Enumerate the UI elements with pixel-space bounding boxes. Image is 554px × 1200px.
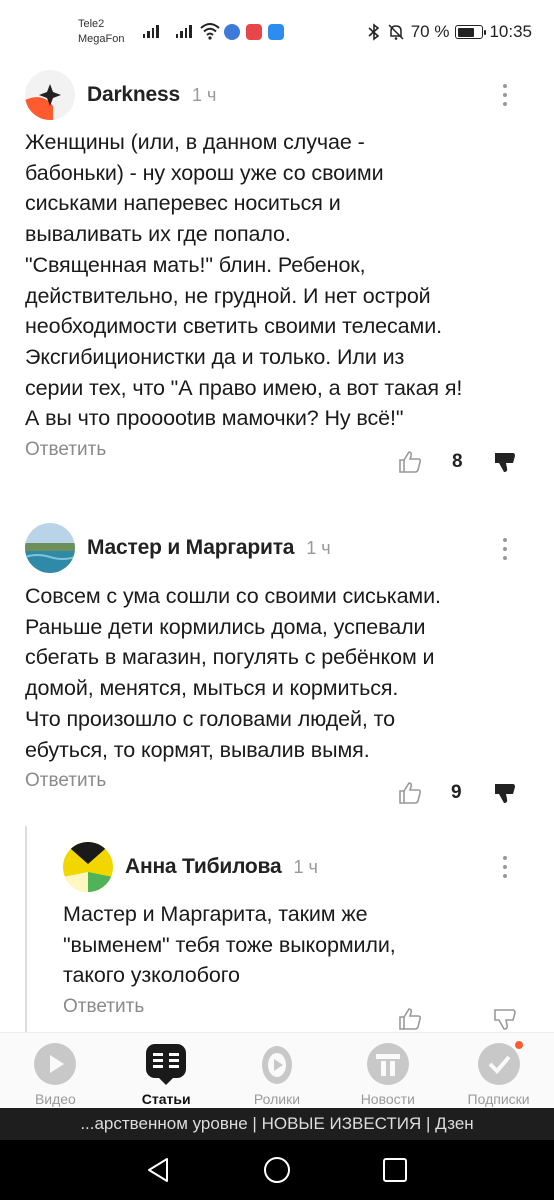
avatar[interactable] xyxy=(63,842,113,892)
carrier-1: Tele2 xyxy=(78,18,105,30)
like-icon[interactable] xyxy=(397,1006,423,1032)
avatar[interactable] xyxy=(25,70,75,120)
clock: 10:35 xyxy=(489,22,532,41)
nav-item-articles[interactable]: Статьи xyxy=(111,1033,222,1108)
thread-line xyxy=(25,826,27,1036)
search-app-icon xyxy=(268,24,284,40)
nav-label: Новости xyxy=(360,1091,415,1107)
app-notification-icon xyxy=(224,24,240,40)
like-icon[interactable] xyxy=(397,780,423,806)
page-title: ...арственном уровне | НОВЫЕ ИЗВЕСТИЯ | … xyxy=(80,1114,474,1133)
more-options-icon[interactable] xyxy=(502,538,508,560)
like-count: 9 xyxy=(451,782,462,803)
comment-time: 1 ч xyxy=(293,856,318,877)
nav-label: Подписки xyxy=(467,1091,530,1107)
mute-bell-icon xyxy=(388,24,404,40)
back-icon[interactable] xyxy=(145,1156,171,1184)
status-right: 70 % 10:35 xyxy=(367,22,532,42)
comment-text: Женщины (или, в данном случае - бабоньки… xyxy=(25,130,463,431)
app-notification-icon-2 xyxy=(246,24,262,40)
system-nav-bar xyxy=(0,1140,554,1200)
carrier-label: Tele2 MegaFon xyxy=(78,17,124,47)
like-icon[interactable] xyxy=(397,449,423,475)
signal-icon-2 xyxy=(176,24,192,38)
bottom-nav: Видео Статьи Ролики Новости Подписки xyxy=(0,1032,554,1108)
home-icon[interactable] xyxy=(263,1156,291,1184)
reply-button[interactable]: Ответить xyxy=(63,996,144,1018)
comment-header: Darkness 1 ч xyxy=(25,70,216,120)
video-icon xyxy=(34,1043,77,1085)
subscriptions-icon xyxy=(476,1039,525,1087)
nav-item-video[interactable]: Видео xyxy=(0,1033,111,1108)
dislike-icon[interactable] xyxy=(493,781,517,807)
news-icon xyxy=(366,1043,409,1085)
nav-label: Статьи xyxy=(141,1091,191,1107)
comment-time: 1 ч xyxy=(191,84,217,105)
nav-label: Ролики xyxy=(253,1091,301,1107)
signal-icon xyxy=(143,24,159,38)
author-name[interactable]: Darkness xyxy=(87,83,180,107)
reply-button[interactable]: Ответить xyxy=(25,770,106,792)
avatar[interactable] xyxy=(25,523,75,573)
battery-fill xyxy=(457,27,475,37)
recents-icon[interactable] xyxy=(382,1156,408,1184)
comment-header: Мастер и Маргарита 1 ч xyxy=(25,523,331,573)
more-options-icon[interactable] xyxy=(502,84,508,106)
comment-text: Совсем с ума сошли со своими сиськами. Р… xyxy=(25,584,441,762)
battery-icon xyxy=(455,25,487,39)
comment-header: Анна Тибилова 1 ч xyxy=(63,842,318,892)
articles-icon xyxy=(146,1044,187,1085)
bluetooth-icon xyxy=(368,23,379,41)
nav-item-clips[interactable]: Ролики xyxy=(222,1033,333,1108)
app-title-bar: ...арственном уровне | НОВЫЕ ИЗВЕСТИЯ | … xyxy=(0,1108,554,1140)
nav-label: Видео xyxy=(34,1091,76,1107)
dislike-icon[interactable] xyxy=(493,450,517,476)
carrier-2: MegaFon xyxy=(78,33,125,45)
battery-percent: 70 % xyxy=(410,22,450,41)
comment-text: Мастер и Маргарита, таким же "выменем" т… xyxy=(63,902,396,988)
wifi-icon xyxy=(200,23,220,40)
notification-dot xyxy=(512,1039,525,1051)
dislike-icon[interactable] xyxy=(493,1007,517,1033)
nav-item-subscriptions[interactable]: Подписки xyxy=(443,1033,554,1108)
author-name[interactable]: Анна Тибилова xyxy=(125,855,282,879)
more-options-icon[interactable] xyxy=(502,856,508,878)
author-name[interactable]: Мастер и Маргарита xyxy=(87,536,294,560)
comment-time: 1 ч xyxy=(306,537,331,558)
nav-item-news[interactable]: Новости xyxy=(332,1033,443,1108)
status-bar: Tele2 MegaFon 70 % 10:35 xyxy=(0,0,554,64)
clips-icon xyxy=(261,1046,292,1084)
reply-button[interactable]: Ответить xyxy=(25,439,106,461)
like-count: 8 xyxy=(452,451,463,472)
